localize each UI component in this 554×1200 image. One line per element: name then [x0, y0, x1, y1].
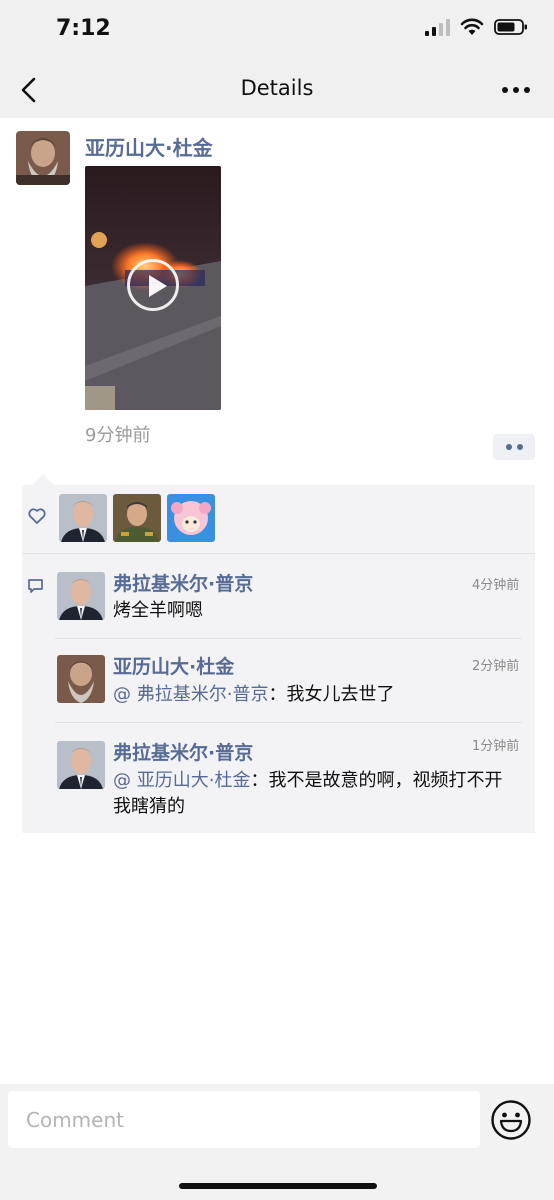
wifi-icon [460, 18, 484, 35]
comment-timestamp: 4分钟前 [472, 578, 520, 593]
comment-author-name[interactable]: 亚历山大·杜金 [113, 652, 234, 679]
comment-avatar-putin[interactable] [57, 572, 105, 620]
nav-bar: Details [0, 62, 554, 118]
comment-avatar-putin[interactable] [57, 741, 105, 789]
home-indicator [179, 1183, 377, 1189]
play-icon[interactable] [127, 259, 179, 311]
comment-author-name[interactable]: 弗拉基米尔·普京 [113, 738, 253, 765]
signal-icon [425, 18, 450, 36]
comment-timestamp: 1分钟前 [472, 739, 520, 754]
panel-arrow [32, 474, 54, 485]
comment-avatar-dugin[interactable] [57, 655, 105, 703]
post-author-name[interactable]: 亚历山大·杜金 [85, 132, 213, 161]
video-thumbnail[interactable] [85, 166, 221, 410]
comment-timestamp: 2分钟前 [472, 659, 520, 674]
comment-text: 烤全羊啊嗯 [113, 600, 203, 621]
comment-author-name[interactable]: 弗拉基米尔·普京 [113, 569, 253, 596]
likes-divider [22, 553, 535, 554]
post-actions-button[interactable] [493, 434, 535, 460]
like-avatar-anime-character[interactable] [167, 494, 215, 542]
page-title: Details [240, 76, 314, 100]
emoji-icon[interactable] [490, 1099, 532, 1141]
mention-link[interactable]: @ 弗拉基米尔·普京 [113, 684, 268, 705]
status-time: 7:12 [56, 16, 111, 41]
heart-icon [28, 508, 46, 524]
comment-text: @ 弗拉基米尔·普京：我女儿去世了 [113, 684, 395, 705]
battery-icon [494, 19, 527, 35]
status-icons [425, 18, 528, 36]
like-avatar-putin[interactable] [59, 494, 107, 542]
like-avatar-shoigu[interactable] [113, 494, 161, 542]
comment-text: @ 亚历山大·杜金：我不是故意的啊，视频打不开我瞎猜的 [113, 770, 503, 817]
comment-divider [55, 722, 522, 723]
more-options-icon[interactable] [502, 87, 530, 93]
status-bar: 7:12 [0, 0, 554, 62]
comment-divider [55, 638, 522, 639]
comment-icon [28, 579, 43, 593]
author-avatar[interactable] [16, 131, 70, 185]
post-timestamp: 9分钟前 [85, 425, 151, 446]
comment-input[interactable] [8, 1091, 480, 1148]
mention-link[interactable]: @ 亚历山大·杜金 [113, 770, 250, 791]
